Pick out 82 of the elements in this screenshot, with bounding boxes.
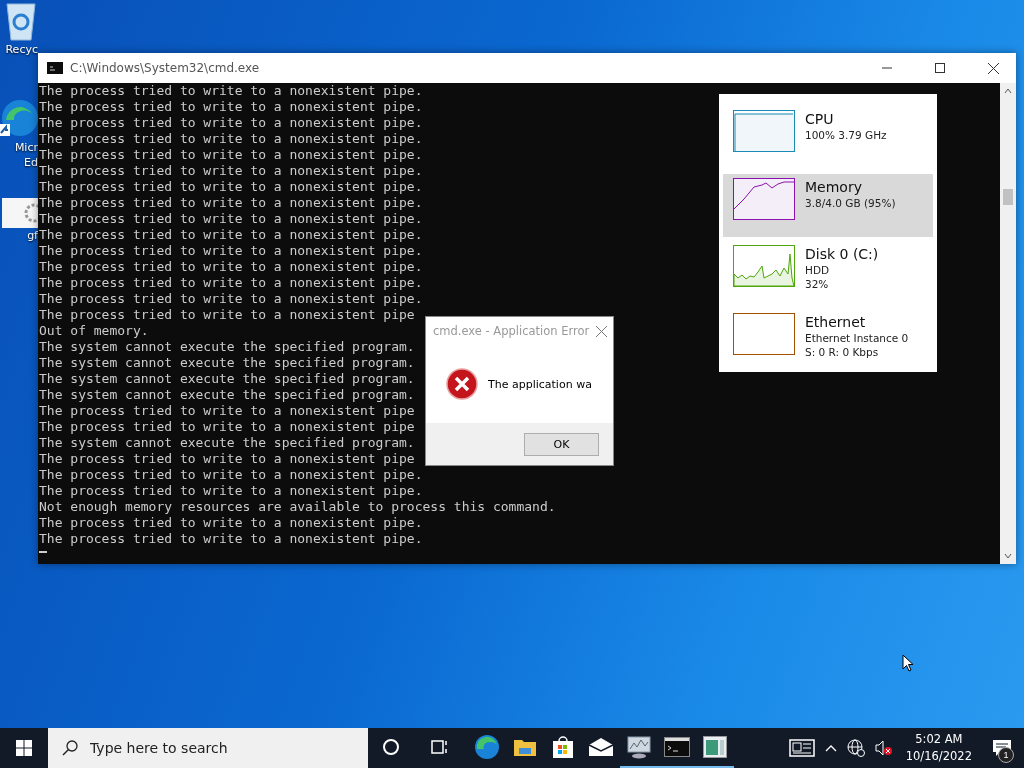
maximize-icon[interactable]	[935, 63, 945, 73]
performance-item-name: Ethernet	[805, 312, 867, 331]
performance-item[interactable]: CPU 100% 3.79 GHz	[723, 106, 933, 170]
desktop-icon-label: Micr	[14, 140, 38, 155]
scrollbar[interactable]	[1000, 83, 1016, 564]
console-line: The process tried to write to a nonexistent pipe	[39, 419, 415, 435]
console-line: The process tried to write to a nonexistent pipe.	[39, 467, 423, 483]
console-line: The process tried to write to a nonexistent pipe.	[39, 211, 423, 227]
console-line: The process tried to write to a nonexistent pipe.	[39, 83, 423, 99]
app-window-icon	[703, 736, 727, 758]
close-icon[interactable]	[987, 62, 999, 74]
notification-button[interactable]: 1	[980, 728, 1024, 768]
error-icon	[446, 368, 478, 400]
console-line: The process tried to write to a nonexistent pipe.	[39, 99, 423, 115]
disk-graph	[733, 245, 795, 287]
console-line: The process tried to write to a nonexistent pipe.	[39, 179, 423, 195]
terminal-icon	[47, 62, 63, 74]
console-line: The process tried to write to a nonexistent pipe.	[39, 291, 423, 307]
console-line: The process tried to write to a nonexistent pipe.	[39, 531, 423, 547]
gear-file-icon[interactable]	[2, 198, 38, 228]
performance-detail: 100% 3.79 GHz	[805, 128, 887, 142]
task-view-icon	[430, 738, 448, 756]
ethernet-graph	[733, 312, 795, 355]
console-line: The process tried to write to a nonexistent pipe.	[39, 115, 423, 131]
console-line: The process tried to write to a nonexistent pipe.	[39, 147, 423, 163]
console-line: Not enough memory resources are available to process this command.	[39, 499, 556, 515]
text-cursor	[39, 551, 47, 553]
performance-detail: 32%	[805, 277, 830, 291]
dialog-message: The application wa	[488, 377, 592, 391]
envelope-icon	[588, 737, 614, 757]
console-line: The process tried to write to a nonexistent pipe.	[39, 163, 423, 179]
console-line: The process tried to write to a nonexistent pipe.	[39, 227, 423, 243]
console-line: The process tried to write to a nonexistent pipe.	[39, 483, 423, 499]
edge-icon	[474, 734, 500, 760]
console-line: The process tried to write to a nonexistent pipe.	[39, 259, 423, 275]
console-line: The process tried to write to a nonexistent pipe.	[39, 275, 423, 291]
search-icon	[62, 740, 78, 756]
performance-item[interactable]: Memory 3.8/4.0 GB (95%)	[723, 173, 933, 237]
console-line: Out of memory.	[39, 323, 149, 339]
mouse-pointer-icon	[902, 654, 914, 672]
ok-button[interactable]: OK	[524, 432, 599, 456]
console-line: The process tried to write to a nonexistent pipe	[39, 451, 415, 467]
performance-item[interactable]: Ethernet Ethernet Instance 0 S: 0 R: 0 Kbps	[723, 308, 933, 372]
console-line: The process tried to write to a nonexistent pipe.	[39, 515, 423, 531]
performance-item[interactable]: Disk 0 (C:) HDD 32%	[723, 241, 933, 305]
terminal-icon	[664, 737, 690, 757]
clock-time: 5:02 AM	[915, 731, 963, 748]
performance-detail: 3.8/4.0 GB (95%)	[805, 195, 896, 210]
performance-item-name: Disk 0 (C:)	[805, 245, 879, 263]
dialog-title: cmd.exe - Application Error	[433, 324, 590, 338]
console-line: The system cannot execute the specified program.	[39, 435, 415, 451]
performance-detail: Ethernet Instance 0	[805, 330, 909, 345]
monitor-chart-icon	[626, 735, 652, 759]
clock-date: 10/16/2022	[905, 748, 972, 765]
news-icon[interactable]	[788, 739, 815, 757]
console-line: The process tried to write to a nonexistent pipe.	[39, 243, 423, 259]
performance-detail: HDD	[805, 263, 831, 277]
circle-icon	[382, 738, 400, 756]
performance-item-name: CPU	[805, 110, 835, 128]
console-line: The system cannot execute the specified program.	[39, 339, 415, 355]
desktop-icon-label: Recyc	[5, 42, 38, 57]
console-line: The system cannot execute the specified program.	[39, 371, 415, 387]
notification-count: 1	[998, 747, 1014, 763]
window-title: C:\Windows\System32\cmd.exe	[70, 61, 261, 75]
performance-detail: S: 0 R: 0 Kbps	[805, 344, 880, 359]
console-line: The process tried to write to a nonexistent pipe.	[39, 131, 423, 147]
scrollbar-thumb[interactable]	[1003, 189, 1013, 205]
desktop-icon-label: Ed	[24, 155, 38, 170]
memory-graph	[733, 177, 795, 220]
desktop-icon-label: gf	[27, 228, 38, 243]
console-line: The system cannot execute the specified program.	[39, 355, 415, 371]
clock[interactable]: 5:02 AM 10/16/2022	[897, 731, 980, 765]
console-line: The process tried to write to a nonexistent pipe	[39, 307, 415, 323]
console-line: The system cannot execute the specified program.	[39, 387, 415, 403]
search-field[interactable]: Type here to search	[48, 728, 368, 768]
search-input[interactable]: Type here to search	[88, 739, 352, 757]
shopping-bag-icon	[552, 735, 574, 759]
console-line: The process tried to write to a nonexistent pipe	[39, 403, 415, 419]
recycle-bin-icon[interactable]	[4, 0, 38, 42]
console-line: The process tried to write to a nonexistent pipe.	[39, 195, 423, 211]
cpu-graph	[733, 110, 795, 152]
performance-item-name: Memory	[805, 177, 863, 196]
